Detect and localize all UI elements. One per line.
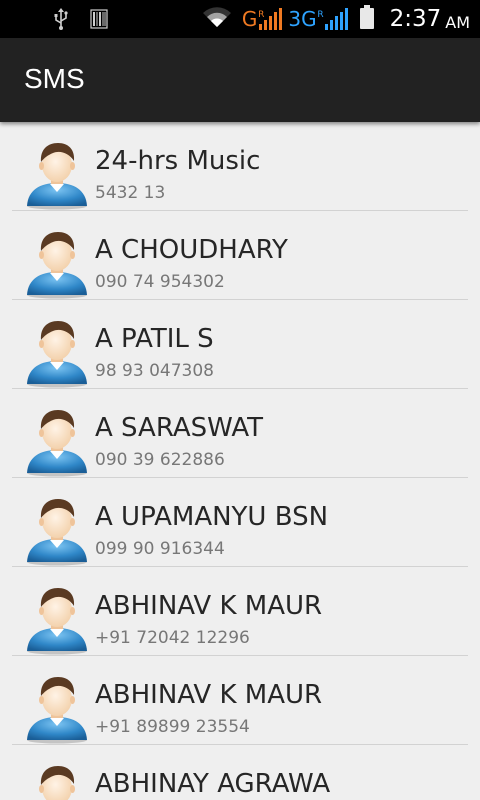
contact-name: 24-hrs Music (95, 146, 261, 176)
page-title: SMS (24, 63, 85, 94)
contact-name: ABHINAV K MAUR (95, 680, 323, 710)
contact-name: ABHINAY AGRAWA (95, 769, 331, 799)
wifi-icon (202, 5, 232, 33)
contact-name: ABHINAV K MAUR (95, 591, 323, 621)
barcode-icon (90, 9, 108, 33)
contact-row[interactable]: ABHINAV K MAUR +91 89899 23554 (0, 656, 480, 745)
network-type-g: GR (241, 7, 265, 31)
contact-name: A SARASWAT (95, 413, 264, 443)
avatar-icon (24, 585, 90, 655)
contact-phone: 090 39 622886 (95, 450, 225, 470)
contact-row[interactable]: A SARASWAT 090 39 622886 (0, 389, 480, 478)
status-bar: GR 3G R 2:37 AM (0, 0, 480, 38)
contact-row[interactable]: A CHOUDHARY 090 74 954302 (0, 211, 480, 300)
avatar-icon (24, 763, 90, 800)
contact-list[interactable]: 24-hrs Music 5432 13 A CHOUDHARY 090 74 … (0, 122, 480, 800)
battery-icon (359, 5, 374, 33)
avatar-icon (24, 674, 90, 744)
clock-ampm: AM (445, 12, 470, 32)
contact-row[interactable]: A PATIL S 98 93 047308 (0, 300, 480, 389)
avatar-icon (24, 140, 90, 210)
avatar-icon (24, 318, 90, 388)
action-bar: SMS (0, 38, 480, 122)
avatar-icon (24, 229, 90, 299)
contact-phone: 5432 13 (95, 183, 166, 203)
contact-row[interactable]: ABHINAV K MAUR +91 72042 12296 (0, 567, 480, 656)
avatar-icon (24, 407, 90, 477)
usb-icon (52, 8, 70, 34)
contact-row[interactable]: ABHINAY AGRAWA (0, 745, 480, 800)
contact-phone: +91 89899 23554 (95, 717, 250, 737)
contact-name: A UPAMANYU BSN (95, 502, 329, 532)
contact-phone: +91 72042 12296 (95, 628, 250, 648)
clock-time: 2:37 (389, 6, 442, 32)
contact-row[interactable]: A UPAMANYU BSN 099 90 916344 (0, 478, 480, 567)
avatar-icon (24, 496, 90, 566)
contact-name: A PATIL S (95, 324, 214, 354)
contact-row[interactable]: 24-hrs Music 5432 13 (0, 122, 480, 211)
contact-phone: 98 93 047308 (95, 361, 214, 381)
signal-icon (324, 8, 348, 30)
contact-phone: 099 90 916344 (95, 539, 225, 559)
contact-name: A CHOUDHARY (95, 235, 288, 265)
network-type-3g: 3G R (288, 7, 324, 31)
contact-phone: 090 74 954302 (95, 272, 225, 292)
